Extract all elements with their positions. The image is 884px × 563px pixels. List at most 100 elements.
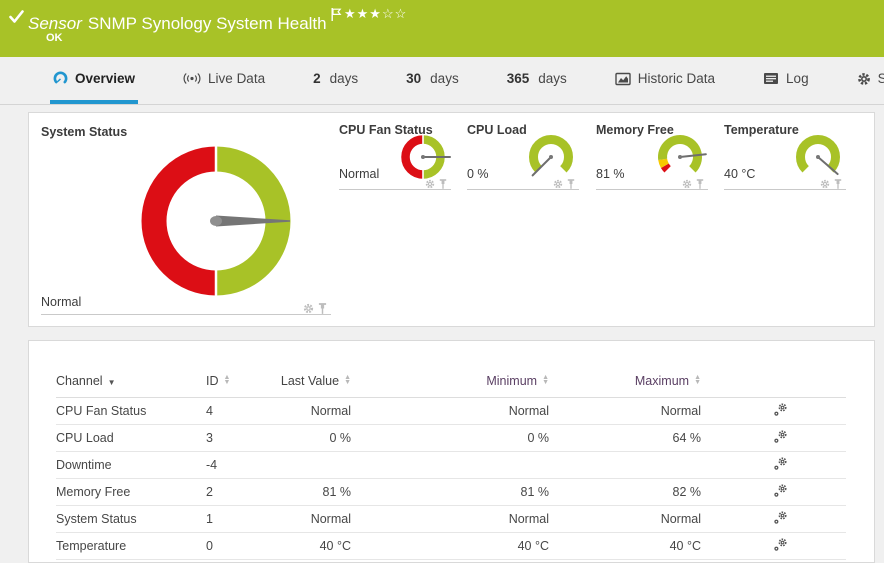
divider — [724, 189, 846, 190]
tab-live-data[interactable]: Live Data — [180, 57, 268, 104]
tab-2-days-label: days — [330, 71, 359, 86]
gauge-settings-gear-icon[interactable] — [425, 179, 435, 189]
pin-icon[interactable] — [318, 303, 327, 314]
settings-gear-icon — [857, 72, 871, 86]
column-header-label: Channel — [56, 374, 103, 388]
table-row: Downtime -4 — [56, 451, 846, 478]
memory-free-arc-gauge[interactable] — [652, 129, 708, 185]
channel-name: Downtime — [56, 451, 206, 478]
channel-last-value: Normal — [266, 397, 351, 424]
channels-table: Channel ▼ ID ▲▼ Last Value ▲▼ Minimum▲▼ Max… — [56, 341, 846, 560]
tab-30-days-number: 30 — [406, 71, 421, 86]
priority-flag-icon[interactable] — [331, 6, 342, 26]
channel-id: 1 — [206, 505, 266, 532]
channel-name: CPU Fan Status — [56, 397, 206, 424]
column-header-maximum[interactable]: Maximum▲▼ — [549, 341, 701, 397]
sort-icon: ▲▼ — [224, 375, 231, 385]
channel-id: 0 — [206, 532, 266, 559]
gauge-settings-gear-icon[interactable] — [553, 179, 563, 189]
gauge-icon — [53, 71, 68, 86]
cpu-fan-donut-gauge[interactable] — [395, 129, 451, 185]
channel-settings-icon[interactable] — [773, 483, 788, 501]
channel-minimum: 81 % — [351, 478, 549, 505]
pin-icon[interactable] — [567, 179, 575, 189]
tab-bar: Overview Live Data 2 days 30 days 365 da… — [0, 57, 884, 105]
channel-minimum: Normal — [351, 397, 549, 424]
system-status-donut-gauge[interactable] — [136, 141, 296, 301]
gauge-value: Normal — [41, 295, 81, 309]
table-row: System Status 1 Normal Normal Normal — [56, 505, 846, 532]
channel-last-value: 40 °C — [266, 532, 351, 559]
sort-icon: ▲▼ — [694, 375, 701, 385]
page-title: SNMP Synology System Health — [88, 14, 327, 33]
gauge-memory-free: Memory Free 81 % — [596, 113, 708, 205]
divider — [467, 189, 579, 190]
table-row: CPU Load 3 0 % 0 % 64 % — [56, 424, 846, 451]
gauge-value: Normal — [339, 167, 379, 181]
channel-maximum: 64 % — [549, 424, 701, 451]
channel-settings-icon[interactable] — [773, 429, 788, 447]
tab-historic-data-label: Historic Data — [638, 71, 715, 86]
channel-name: System Status — [56, 505, 206, 532]
tab-overview[interactable]: Overview — [50, 57, 138, 104]
tab-365-days[interactable]: 365 days — [504, 57, 570, 104]
sort-icon: ▲▼ — [344, 375, 351, 385]
channel-last-value: Normal — [266, 505, 351, 532]
gauge-value: 81 % — [596, 167, 625, 181]
divider — [41, 314, 331, 315]
live-data-icon — [183, 72, 201, 85]
tab-historic-data[interactable]: Historic Data — [612, 57, 718, 104]
column-header-channel[interactable]: Channel ▼ — [56, 341, 206, 397]
channel-last-value: 0 % — [266, 424, 351, 451]
channel-minimum: 0 % — [351, 424, 549, 451]
status-badge: OK — [46, 32, 63, 44]
pin-icon[interactable] — [439, 179, 447, 189]
temperature-arc-gauge[interactable] — [790, 129, 846, 185]
sensor-kind-label: Sensor — [28, 14, 82, 33]
gauge-settings-gear-icon[interactable] — [682, 179, 692, 189]
tab-30-days[interactable]: 30 days — [403, 57, 462, 104]
tab-overview-label: Overview — [75, 71, 135, 86]
gauge-title: System Status — [41, 125, 127, 139]
gauge-settings-gear-icon[interactable] — [303, 303, 314, 314]
channel-settings-icon[interactable] — [773, 402, 788, 420]
column-header-id[interactable]: ID ▲▼ — [206, 341, 266, 397]
channel-name: Temperature — [56, 532, 206, 559]
tab-365-days-number: 365 — [507, 71, 530, 86]
table-row: CPU Fan Status 4 Normal Normal Normal — [56, 397, 846, 424]
channel-minimum: 40 °C — [351, 532, 549, 559]
tab-2-days[interactable]: 2 days — [310, 57, 361, 104]
sort-desc-icon: ▼ — [108, 378, 116, 387]
channel-maximum: 40 °C — [549, 532, 701, 559]
gauge-title: Temperature — [724, 123, 799, 137]
channel-settings-icon[interactable] — [773, 510, 788, 528]
cpu-load-arc-gauge[interactable] — [523, 129, 579, 185]
tab-settings[interactable]: Settings — [854, 57, 884, 104]
gauge-title: CPU Load — [467, 123, 527, 137]
channel-last-value: 81 % — [266, 478, 351, 505]
divider — [339, 189, 451, 190]
pin-icon[interactable] — [834, 179, 842, 189]
channel-settings-icon[interactable] — [773, 456, 788, 474]
priority-stars[interactable]: ★★★☆☆ — [344, 6, 407, 22]
channel-maximum — [549, 451, 701, 478]
column-header-minimum[interactable]: Minimum▲▼ — [351, 341, 549, 397]
tab-30-days-label: days — [430, 71, 459, 86]
column-header-label: Last Value — [281, 374, 339, 388]
tab-log[interactable]: Log — [760, 57, 812, 104]
column-header-label: ID — [206, 374, 219, 388]
channel-minimum: Normal — [351, 505, 549, 532]
channel-id: 2 — [206, 478, 266, 505]
column-header-last-value[interactable]: Last Value ▲▼ — [266, 341, 351, 397]
gauge-system-status: System Status Normal — [41, 113, 331, 328]
sort-icon: ▲▼ — [542, 375, 549, 385]
table-row: Temperature 0 40 °C 40 °C 40 °C — [56, 532, 846, 559]
pin-icon[interactable] — [696, 179, 704, 189]
tab-live-data-label: Live Data — [208, 71, 265, 86]
channel-settings-icon[interactable] — [773, 537, 788, 555]
gauge-settings-gear-icon[interactable] — [820, 179, 830, 189]
channel-last-value — [266, 451, 351, 478]
gauge-value: 0 % — [467, 167, 489, 181]
gauge-cpu-load: CPU Load 0 % — [467, 113, 579, 205]
ok-check-icon — [9, 10, 24, 24]
